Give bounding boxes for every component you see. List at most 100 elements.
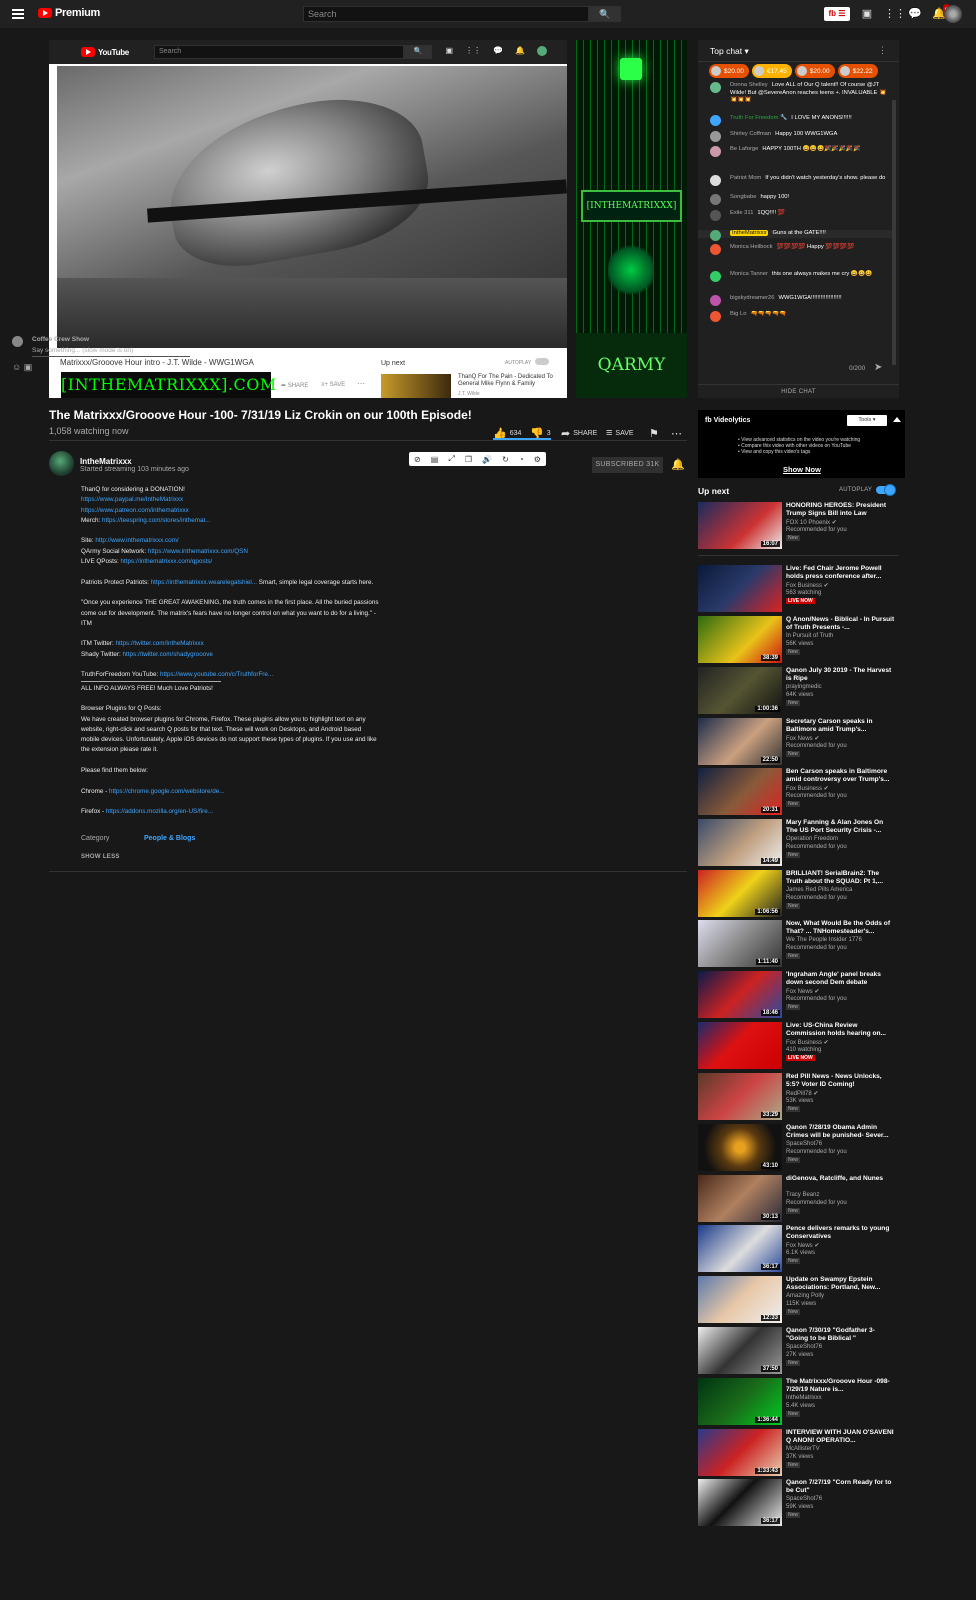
video-player[interactable]: YouTube Search 🔍 ▣ ⋮⋮ 💬 🔔 Matrixxx/Grooo… — [49, 40, 567, 398]
chat-author[interactable]: Songbabe — [730, 194, 756, 200]
video-thumbnail[interactable]: 38:39 — [698, 616, 782, 663]
settings-icon[interactable]: ⚙ — [534, 455, 541, 464]
avatar[interactable] — [710, 210, 721, 221]
video-thumbnail[interactable]: 1:33:43 — [698, 1429, 782, 1476]
expand-icon[interactable]: ⤢ — [448, 454, 454, 464]
video-title[interactable]: Red Pill News - News Unlocks, 5:5? Voter… — [786, 1073, 896, 1089]
block-icon[interactable]: ⊘ — [414, 455, 421, 464]
search-button[interactable]: 🔍 — [589, 6, 621, 22]
up-next-item[interactable]: 1:33:43 INTERVIEW WITH JUAN O'SAVENI Q AN… — [698, 1429, 899, 1477]
avatar[interactable] — [710, 311, 721, 322]
video-thumbnail[interactable]: 20:31 — [698, 768, 782, 815]
up-next-item[interactable]: 36:17 Qanon 7/27/19 "Corn Ready for to be… — [698, 1479, 899, 1527]
video-title[interactable]: The Matrixxx/Grooove Hour -098- 7/29/19 … — [786, 1378, 896, 1394]
avatar[interactable] — [710, 271, 721, 282]
chat-author[interactable]: Monica Tanner — [730, 271, 768, 277]
extension-icon[interactable]: fb ☰ — [824, 7, 850, 21]
video-thumbnail[interactable]: 1:36:44 — [698, 1378, 782, 1425]
channel-avatar[interactable] — [49, 451, 74, 476]
apps-icon[interactable]: ⋮⋮ — [884, 7, 906, 21]
tools-dropdown[interactable]: Tools ▾ — [847, 415, 887, 426]
description-link[interactable]: https://www.paypal.me/IntheMatrixxx — [81, 496, 183, 503]
create-video-icon[interactable]: ▣ — [860, 7, 874, 21]
up-next-item[interactable]: Live: Fed Chair Jerome Powell holds pres… — [698, 565, 899, 613]
video-thumbnail[interactable]: 1:06:56 — [698, 870, 782, 917]
save-button[interactable]: ≡ SAVE — [606, 427, 634, 439]
video-thumbnail[interactable]: 22:50 — [698, 718, 782, 765]
up-next-item[interactable]: 30:13 diGenova, Ratcliffe, and Nunes Tracy… — [698, 1175, 899, 1223]
description-link[interactable]: https://twitter.com/IntheMatrixxx — [116, 640, 204, 647]
superchat-ticker[interactable]: $20.00 — [709, 64, 749, 78]
video-title[interactable]: HONORING HEROES: President Trump Signs B… — [786, 502, 896, 518]
description-link[interactable]: https://inthematrixxx.com/qposts/ — [121, 558, 213, 565]
description-link[interactable]: http://www.inthematrixxx.com/ — [95, 537, 178, 544]
up-next-item[interactable]: 1:06:56 BRILLIANT! SerialBrain2: The Trut… — [698, 870, 899, 918]
chat-author[interactable]: bigskydreamer26 — [730, 295, 774, 301]
video-thumbnail[interactable]: 16:07 — [698, 502, 782, 549]
up-next-item[interactable]: 38:39 Q Anon/News - Biblical - In Pursuit… — [698, 616, 899, 664]
video-thumbnail[interactable] — [698, 1022, 782, 1069]
emoji-icon[interactable]: ☺ ▣ — [12, 362, 32, 373]
copy-icon[interactable]: ❐ — [465, 455, 472, 464]
speed-icon[interactable]: ◔ — [519, 455, 524, 464]
show-now-link[interactable]: Show Now — [783, 465, 821, 474]
chat-author[interactable]: IntheMatrixxx — [730, 230, 769, 236]
video-thumbnail[interactable]: 36:17 — [698, 1225, 782, 1272]
up-next-item[interactable]: 1:00:36 Qanon July 30 2019 - The Harvest … — [698, 667, 899, 715]
chat-author[interactable]: Big Lo — [730, 311, 746, 317]
description-link[interactable]: https://chrome.google.com/webstore/de... — [109, 788, 225, 795]
up-next-item[interactable]: 16:07 HONORING HEROES: President Trump Si… — [698, 502, 899, 550]
video-title[interactable]: Mary Fanning & Alan Jones On The US Port… — [786, 819, 896, 835]
volume-icon[interactable]: 🔊 — [482, 455, 492, 464]
chat-author[interactable]: Be Laforge — [730, 146, 758, 152]
video-thumbnail[interactable] — [698, 565, 782, 612]
video-title[interactable]: Update on Swampy Epstein Associations: P… — [786, 1276, 896, 1292]
youtube-premium-logo[interactable]: Premium — [38, 7, 100, 19]
category-link[interactable]: People & Blogs — [144, 835, 195, 842]
video-thumbnail[interactable]: 1:11:40 — [698, 920, 782, 967]
superchat-ticker[interactable]: $22.22 — [837, 64, 878, 78]
show-less-button[interactable]: SHOW LESS — [81, 854, 120, 860]
chat-author[interactable]: Monica Heilbock — [730, 244, 773, 250]
video-title[interactable]: Qanon 7/30/19 "Godfather 3- "Going to be… — [786, 1327, 896, 1343]
hide-chat-button[interactable]: HIDE CHAT — [698, 384, 899, 398]
video-title[interactable]: Live: Fed Chair Jerome Powell holds pres… — [786, 565, 896, 581]
video-title[interactable]: BRILLIANT! SerialBrain2: The Truth about… — [786, 870, 896, 886]
video-thumbnail[interactable]: 33:29 — [698, 1073, 782, 1120]
chat-author[interactable]: Exile 311 — [730, 210, 753, 216]
channel-name[interactable]: IntheMatrixxx — [80, 457, 132, 466]
video-thumbnail[interactable]: 37:50 — [698, 1327, 782, 1374]
video-title[interactable]: Qanon July 30 2019 - The Harvest is Ripe — [786, 667, 896, 683]
description-link[interactable]: https://teespring.com/stores/inthemat... — [102, 517, 211, 524]
up-next-item[interactable]: 12:33 Update on Swampy Epstein Associatio… — [698, 1276, 899, 1324]
description-link[interactable]: https://addons.mozilla.org/en-US/fire... — [106, 808, 213, 815]
notification-bell-icon[interactable]: 🔔 — [671, 458, 685, 471]
avatar[interactable] — [710, 295, 721, 306]
description-link[interactable]: https://www.patreon.com/inthematrixxx — [81, 507, 189, 514]
video-title[interactable]: Secretary Carson speaks in Baltimore ami… — [786, 718, 896, 734]
video-title[interactable]: Ben Carson speaks in Baltimore amid cont… — [786, 768, 896, 784]
up-next-item[interactable]: 18:46 'Ingraham Angle' panel breaks down … — [698, 971, 899, 1019]
up-next-item[interactable]: 36:17 Pence delivers remarks to young Con… — [698, 1225, 899, 1273]
chat-more-icon[interactable]: ⋮ — [878, 45, 887, 56]
video-title[interactable]: 'Ingraham Angle' panel breaks down secon… — [786, 971, 896, 987]
autoplay-toggle[interactable] — [876, 485, 895, 495]
description-link[interactable]: https://www.inthematrixxx.com/QSN — [148, 548, 248, 555]
chat-input[interactable]: Say something... (slow mode is on) — [32, 347, 133, 354]
video-thumbnail[interactable]: 36:17 — [698, 1479, 782, 1526]
search-input[interactable]: Search — [303, 6, 589, 22]
send-icon[interactable]: ➤ — [874, 362, 882, 373]
up-next-item[interactable]: Live: US-China Review Commission holds h… — [698, 1022, 899, 1070]
video-thumbnail[interactable]: 1:00:36 — [698, 667, 782, 714]
chat-author[interactable]: Patriot Mom — [730, 175, 761, 181]
loop-icon[interactable]: ↻ — [502, 455, 509, 464]
report-button[interactable]: ⚑ — [649, 427, 659, 440]
subscribed-button[interactable]: SUBSCRIBED 31K — [592, 457, 663, 473]
superchat-ticker[interactable]: €17.45 — [751, 64, 792, 78]
chat-author[interactable]: Shirley Coffman — [730, 131, 771, 137]
superchat-ticker[interactable]: $20.00 — [794, 64, 835, 78]
video-title[interactable]: Live: US-China Review Commission holds h… — [786, 1022, 896, 1038]
chat-scrollbar[interactable] — [892, 100, 896, 365]
up-next-item[interactable]: 1:11:40 Now, What Would Be the Odds of Th… — [698, 920, 899, 968]
video-title[interactable]: Qanon 7/27/19 "Corn Ready for to be Cut" — [786, 1479, 896, 1495]
